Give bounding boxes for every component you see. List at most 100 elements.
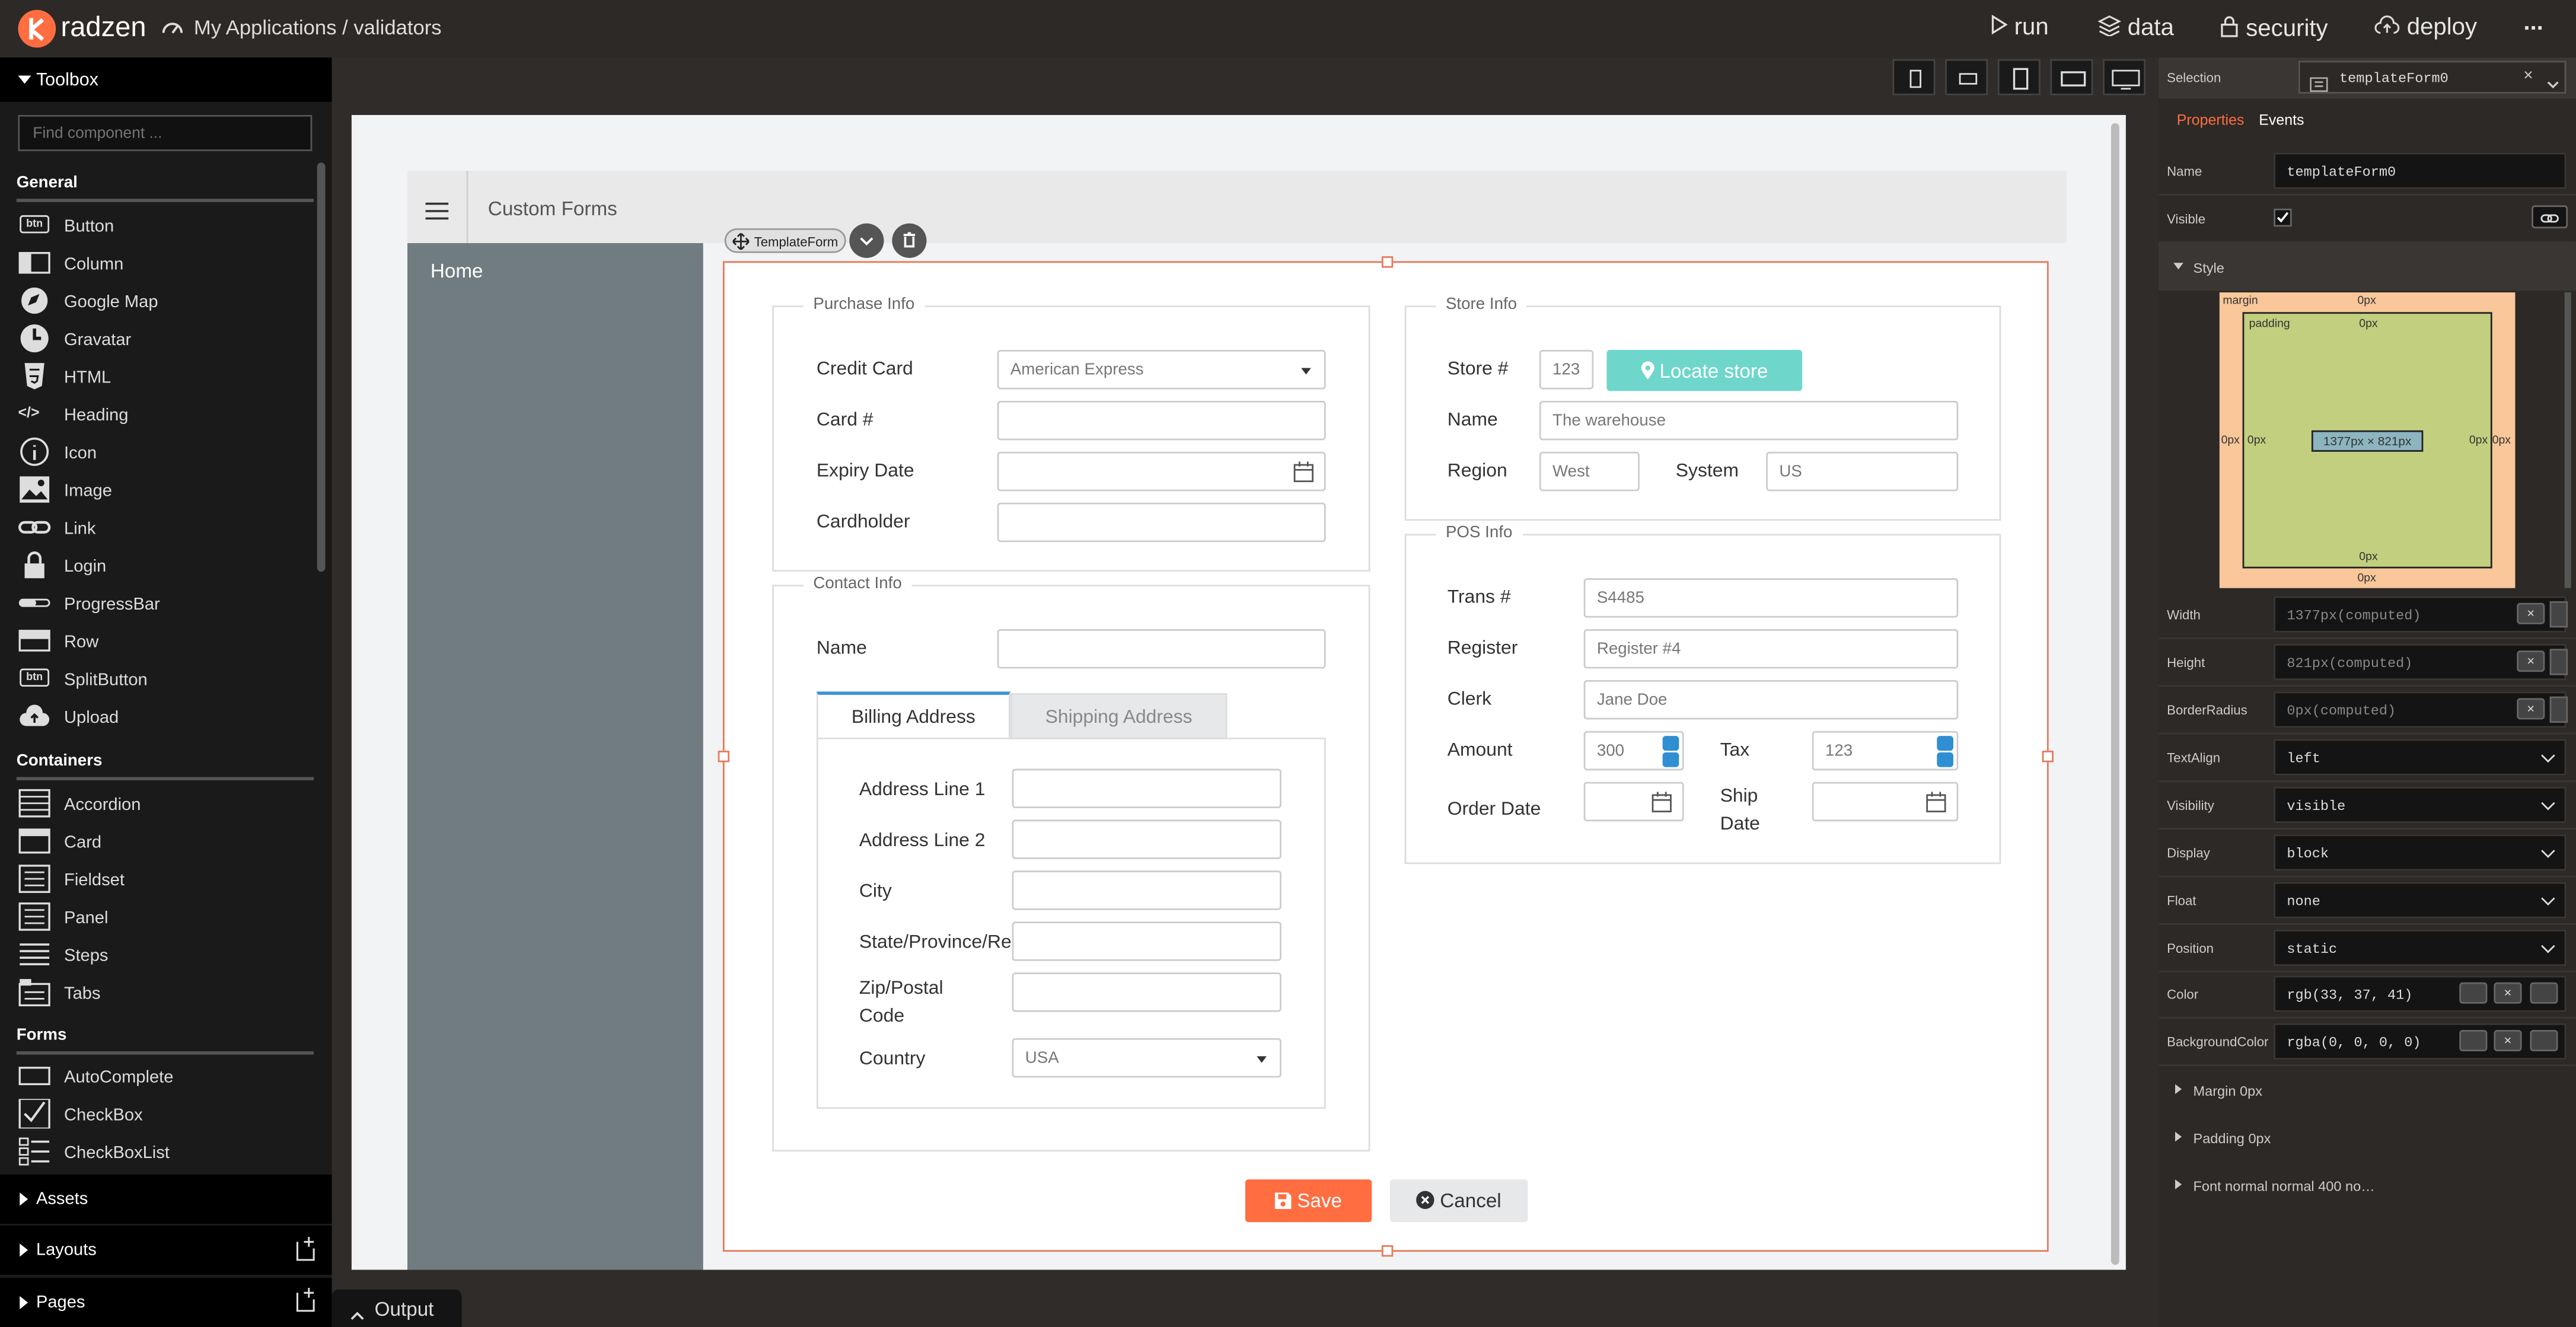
clear-icon[interactable]: × — [2494, 982, 2522, 1004]
system-input[interactable]: US — [1766, 451, 1959, 492]
chevron-down-icon[interactable] — [2530, 1030, 2558, 1052]
stepper-icon[interactable] — [2549, 696, 2568, 723]
city-input[interactable] — [1012, 870, 1281, 910]
float-select[interactable]: none — [2274, 882, 2567, 918]
chevron-down-icon[interactable] — [2530, 982, 2558, 1004]
card-number-input[interactable] — [997, 400, 1326, 441]
margin-top-value[interactable]: 0px — [2358, 296, 2376, 307]
zip-input[interactable] — [1012, 972, 1281, 1012]
run-button[interactable]: run — [1991, 15, 2049, 42]
security-button[interactable]: security — [2220, 15, 2328, 44]
state-input[interactable] — [1012, 921, 1281, 961]
template-form-chip[interactable]: TemplateForm — [724, 228, 846, 253]
padding-section-header[interactable]: Padding 0px — [2159, 1115, 2576, 1163]
data-button[interactable]: data — [2097, 15, 2174, 43]
toolbox-item-upload[interactable]: Upload — [18, 701, 314, 734]
increment-up-icon[interactable] — [1662, 736, 1679, 751]
toolbox-header[interactable]: Toolbox — [0, 57, 332, 102]
canvas-scrollbar[interactable] — [2110, 123, 2119, 1265]
expand-chevron-icon[interactable] — [849, 223, 884, 258]
country-dropdown[interactable]: USA — [1012, 1038, 1281, 1078]
toolbox-item-steps[interactable]: Steps — [18, 940, 314, 972]
hamburger-menu-icon[interactable] — [425, 199, 449, 228]
toolbox-item-progressbar[interactable]: ProgressBar — [18, 588, 314, 621]
color-property-input[interactable]: rgb(33, 37, 41) — [2274, 975, 2567, 1012]
clear-icon[interactable]: × — [2517, 698, 2545, 720]
font-section-header[interactable]: Font normal normal 400 no… — [2159, 1163, 2576, 1210]
toolbox-item-image[interactable]: Image — [18, 475, 314, 508]
deploy-button[interactable]: deploy — [2374, 15, 2477, 42]
find-component-input[interactable] — [18, 114, 313, 151]
locate-store-button[interactable]: Locate store — [1606, 350, 1803, 391]
calendar-icon[interactable] — [1293, 461, 1314, 487]
region-input[interactable]: West — [1539, 451, 1640, 492]
padding-bottom-value[interactable]: 0px — [2359, 552, 2377, 563]
backgroundcolor-property-input[interactable]: rgba(0, 0, 0, 0) — [2274, 1023, 2567, 1060]
margin-right-value[interactable]: 0px — [2492, 435, 2511, 446]
resize-handle[interactable] — [1381, 1245, 1394, 1257]
tab-billing-address[interactable]: Billing Address — [816, 691, 1010, 739]
style-section-header[interactable]: Style — [2159, 243, 2576, 291]
toolbox-item-tabs[interactable]: Tabs — [18, 977, 314, 1010]
selection-dropdown[interactable]: templateForm0 × — [2298, 60, 2567, 94]
position-select[interactable]: static — [2274, 930, 2567, 966]
toolbox-item-column[interactable]: Column — [18, 248, 314, 280]
toolbox-item-splitbutton[interactable]: btn SplitButton — [18, 664, 314, 696]
register-input[interactable]: Register #4 — [1583, 629, 1959, 669]
decrement-down-icon[interactable] — [1937, 752, 1954, 767]
more-menu-button[interactable]: ... — [2523, 10, 2543, 36]
contact-name-input[interactable] — [997, 629, 1326, 669]
padding-left-value[interactable]: 0px — [2247, 435, 2266, 446]
binding-link-icon[interactable] — [2532, 205, 2568, 229]
name-property-input[interactable]: templateForm0 — [2274, 152, 2567, 189]
expiry-date-picker[interactable] — [997, 451, 1326, 492]
section-assets[interactable]: Assets — [0, 1174, 332, 1224]
display-select[interactable]: block — [2274, 834, 2567, 871]
calendar-icon[interactable] — [1651, 792, 1672, 818]
textalign-select[interactable]: left — [2274, 739, 2567, 776]
toolbox-item-link[interactable]: Link — [18, 512, 314, 545]
resize-handle[interactable] — [718, 751, 730, 763]
add-page-icon[interactable] — [294, 1286, 317, 1318]
toolbox-item-gravatar[interactable]: Gravatar — [18, 324, 314, 356]
margin-bottom-value[interactable]: 0px — [2358, 573, 2376, 585]
visibility-select[interactable]: visible — [2274, 787, 2567, 823]
toolbox-item-accordion[interactable]: Accordion — [18, 789, 314, 821]
clear-icon[interactable]: × — [2523, 68, 2533, 85]
resize-handle[interactable] — [1381, 256, 1394, 268]
toolbox-scrollbar[interactable] — [317, 162, 326, 572]
toolbox-item-panel[interactable]: Panel — [18, 902, 314, 934]
resize-handle[interactable] — [2042, 751, 2054, 763]
order-date-picker[interactable] — [1583, 781, 1684, 822]
store-number-input[interactable]: 123 — [1539, 350, 1594, 390]
calendar-icon[interactable] — [1925, 792, 1947, 818]
toolbox-item-row[interactable]: Row — [18, 626, 314, 659]
store-name-input[interactable]: The warehouse — [1539, 400, 1959, 441]
decrement-down-icon[interactable] — [1662, 752, 1679, 767]
toolbox-item-button[interactable]: btn Button — [18, 210, 314, 243]
address-line2-input[interactable] — [1012, 819, 1281, 859]
padding-top-value[interactable]: 0px — [2359, 318, 2377, 330]
toolbox-item-checkbox[interactable]: CheckBox — [18, 1098, 314, 1131]
increment-up-icon[interactable] — [1937, 736, 1954, 751]
toolbox-item-autocomplete[interactable]: AutoComplete — [18, 1061, 314, 1094]
phone-landscape-icon[interactable] — [1945, 59, 1988, 95]
section-pages[interactable]: Pages — [0, 1278, 332, 1327]
breadcrumb[interactable]: My Applications / validators — [194, 17, 442, 40]
radzen-logo[interactable]: radzen — [18, 9, 146, 49]
visible-checkbox[interactable] — [2274, 208, 2292, 227]
template-form[interactable]: Purchase Info Credit Card American Expre… — [718, 256, 2054, 1257]
props-scrollbar[interactable] — [2564, 292, 2571, 588]
clear-icon[interactable]: × — [2494, 1030, 2522, 1052]
stepper-icon[interactable] — [2549, 649, 2568, 675]
clear-icon[interactable]: × — [2517, 602, 2545, 624]
cardholder-input[interactable] — [997, 502, 1326, 543]
padding-right-value[interactable]: 0px — [2469, 435, 2488, 446]
stepper-icon[interactable] — [2549, 601, 2568, 628]
desktop-icon[interactable] — [2103, 59, 2146, 95]
address-line1-input[interactable] — [1012, 768, 1281, 809]
amount-numeric[interactable]: 300 — [1583, 731, 1684, 771]
margin-left-value[interactable]: 0px — [2221, 435, 2240, 446]
margin-section-header[interactable]: Margin 0px — [2159, 1068, 2576, 1115]
add-layout-icon[interactable] — [294, 1235, 317, 1267]
